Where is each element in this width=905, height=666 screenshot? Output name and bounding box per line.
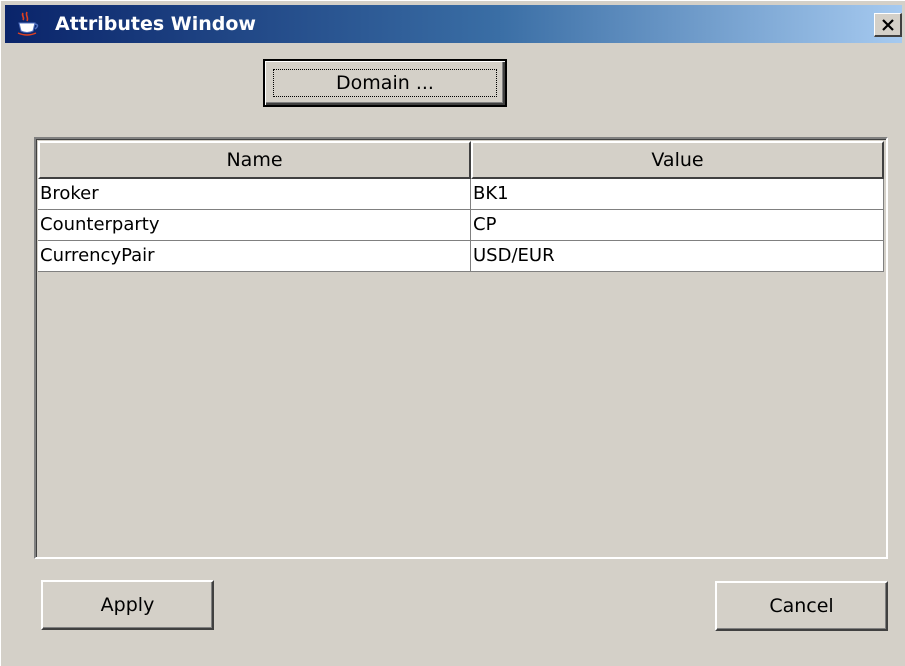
column-header-value[interactable]: Value xyxy=(471,141,884,179)
domain-button-label: Domain ... xyxy=(336,72,434,94)
table-row[interactable]: Counterparty CP xyxy=(38,210,884,241)
table-row[interactable]: CurrencyPair USD/EUR xyxy=(38,241,884,272)
window-title: Attributes Window xyxy=(55,13,256,35)
apply-button-label: Apply xyxy=(100,594,155,616)
cancel-button-label: Cancel xyxy=(769,595,834,617)
domain-button-focus: Domain ... xyxy=(273,69,497,97)
close-button[interactable] xyxy=(874,13,902,37)
table-cell-name[interactable]: CurrencyPair xyxy=(38,241,471,272)
table-cell-value[interactable]: CP xyxy=(471,210,884,241)
cancel-button[interactable]: Cancel xyxy=(715,581,888,631)
apply-button[interactable]: Apply xyxy=(41,580,214,630)
domain-button[interactable]: Domain ... xyxy=(263,59,507,107)
java-cup-icon xyxy=(15,11,41,37)
attributes-table[interactable]: Name Value Broker BK1 Counterparty CP Cu… xyxy=(34,137,888,559)
title-bar[interactable]: Attributes Window xyxy=(5,5,902,43)
attributes-window: Attributes Window Domain ... Name Value … xyxy=(0,0,905,666)
table-cell-name[interactable]: Counterparty xyxy=(38,210,471,241)
table-body: Broker BK1 Counterparty CP CurrencyPair … xyxy=(38,179,884,272)
table-row[interactable]: Broker BK1 xyxy=(38,179,884,210)
close-icon xyxy=(881,18,894,31)
column-header-name[interactable]: Name xyxy=(38,141,471,179)
table-viewport: Name Value Broker BK1 Counterparty CP Cu… xyxy=(36,139,886,557)
table-cell-value[interactable]: BK1 xyxy=(471,179,884,210)
table-cell-value[interactable]: USD/EUR xyxy=(471,241,884,272)
table-cell-name[interactable]: Broker xyxy=(38,179,471,210)
table-header: Name Value xyxy=(38,141,884,179)
